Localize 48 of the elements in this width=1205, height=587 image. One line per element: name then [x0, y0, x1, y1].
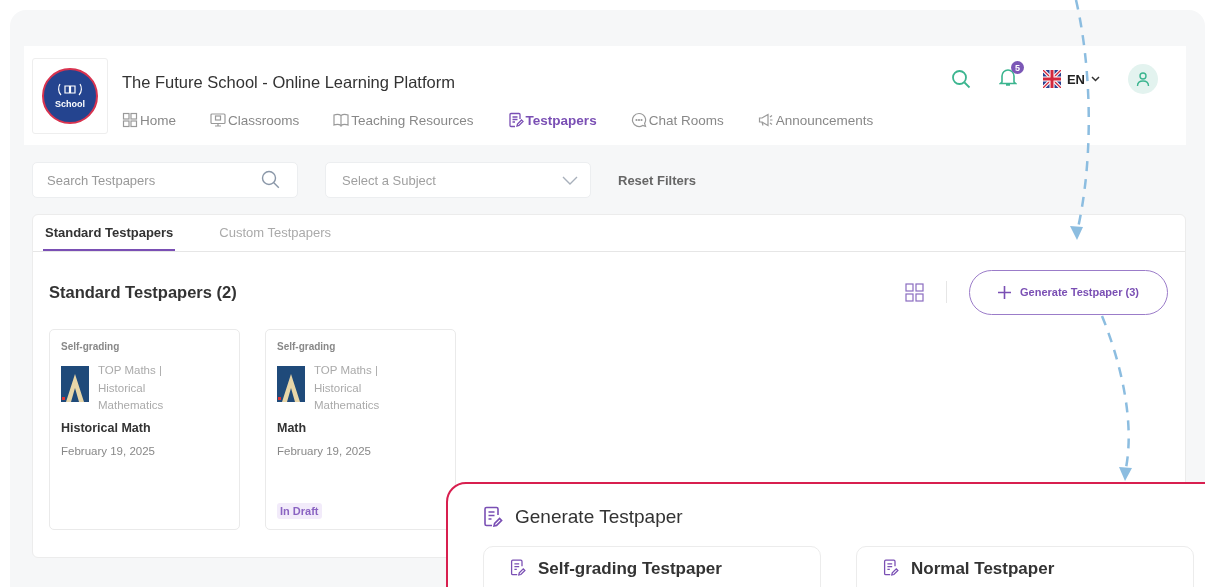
chat-bubble-icon: [630, 112, 647, 128]
grid-icon: [122, 112, 138, 128]
chevron-down-icon: [562, 175, 578, 185]
document-icon: [883, 559, 899, 577]
testpaper-card[interactable]: Self-grading TOP Maths | Historical Mathematics Math February 19, 2025 In Draft: [265, 329, 456, 530]
draft-status-badge: In Draft: [277, 503, 322, 519]
testpaper-date: February 19, 2025: [277, 444, 372, 457]
nav-tab[interactable]: Home: [122, 112, 176, 128]
laurel-book-icon: [57, 82, 83, 97]
platform-title: The Future School - Online Learning Platform: [122, 73, 456, 92]
popup-title: Generate Testpaper: [515, 506, 683, 528]
grid-view-icon[interactable]: [905, 282, 924, 302]
testpaper-card[interactable]: Self-grading TOP Maths | Historical Mathematics Historical Math February 19, 2025: [49, 329, 240, 530]
language-selector[interactable]: EN: [1042, 70, 1100, 88]
plus-icon: [998, 285, 1011, 299]
nav-tab[interactable]: Testpapers: [507, 112, 597, 128]
bell-icon[interactable]: [998, 67, 1017, 87]
megaphone-icon: [757, 112, 774, 128]
document-edit-icon: [483, 506, 503, 528]
nav-tab[interactable]: Chat Rooms: [630, 112, 724, 128]
document-icon: [510, 559, 526, 577]
flag-icon: [1042, 70, 1061, 88]
nav-tab[interactable]: Teaching Resources: [333, 112, 474, 128]
grading-type-label: Self-grading: [61, 341, 121, 352]
notification-badge: 5: [1010, 61, 1024, 74]
book-icon: [333, 112, 350, 128]
book-title: TOP Maths | Historical Mathematics: [314, 363, 381, 413]
document-edit-icon: [507, 112, 524, 128]
nav-tab[interactable]: Classrooms: [210, 112, 300, 128]
book-title: TOP Maths | Historical Mathematics: [98, 363, 165, 413]
testpaper-tab[interactable]: Standard Testpapers: [43, 215, 176, 251]
testpaper-type-option[interactable]: Self-grading Testpaper: [483, 546, 821, 587]
testpaper-type-option[interactable]: Normal Testpaper: [856, 546, 1194, 587]
section-title: Standard Testpapers (2): [49, 282, 238, 302]
testpaper-date: February 19, 2025: [61, 444, 156, 457]
search-icon: [261, 170, 280, 189]
search-icon[interactable]: [950, 69, 971, 89]
reset-filters-button[interactable]: Reset Filters: [618, 172, 697, 188]
testpaper-title: Math: [277, 420, 308, 435]
monitor-icon: [210, 112, 226, 128]
logo-text: School: [55, 98, 85, 109]
generate-testpaper-button[interactable]: Generate Testpaper (3): [969, 269, 1168, 315]
chevron-down-icon: [1091, 76, 1100, 82]
search-field[interactable]: Search Testpapers: [32, 162, 298, 198]
user-avatar[interactable]: [1128, 64, 1158, 94]
nav-tab[interactable]: Announcements: [757, 112, 874, 128]
grading-type-label: Self-grading: [277, 341, 337, 352]
testpaper-title: Historical Math: [61, 420, 152, 435]
